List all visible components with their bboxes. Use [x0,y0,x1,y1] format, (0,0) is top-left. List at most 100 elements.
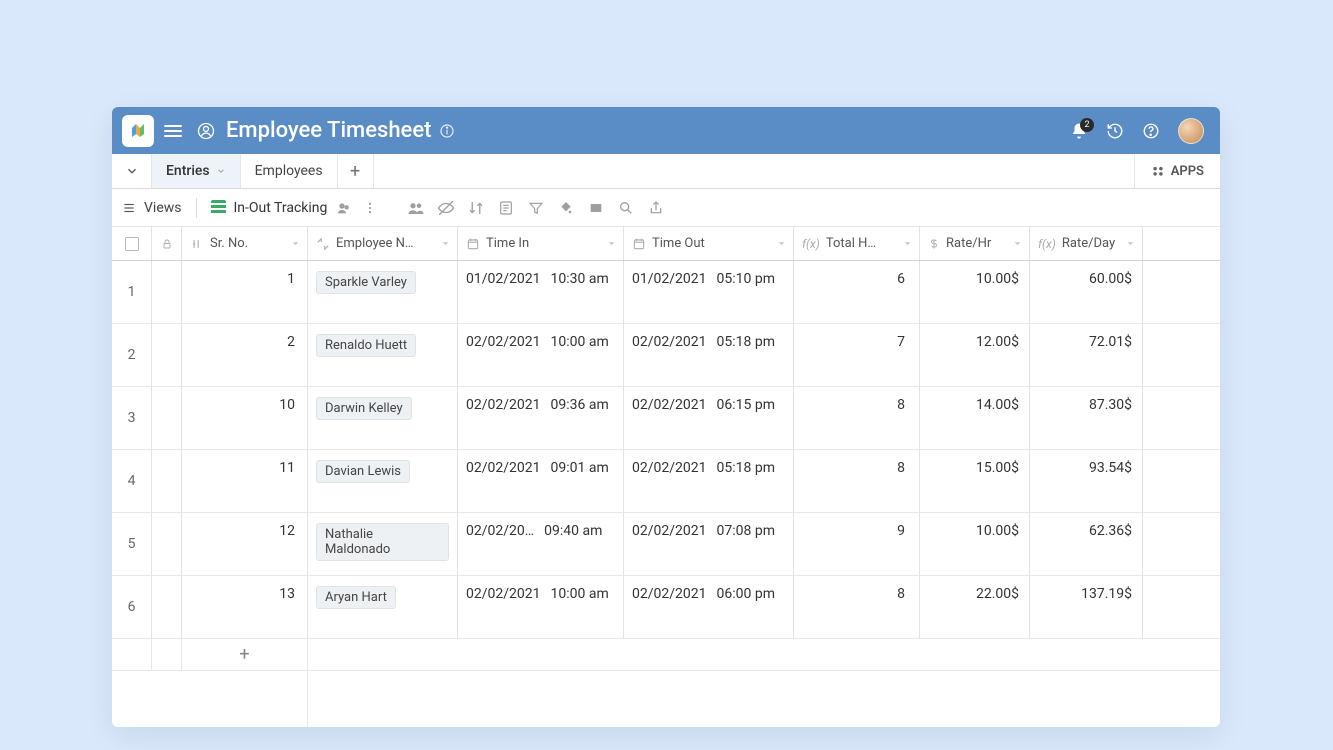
cell-srno[interactable]: 11 [182,450,308,512]
cell-totalhours[interactable]: 6 [794,261,920,323]
cell-timein[interactable]: 02/02/20…09:40 am [458,513,624,575]
cell-timeout[interactable]: 02/02/202105:18 pm [624,324,794,386]
cell-srno[interactable]: 13 [182,576,308,638]
help-icon[interactable] [1142,122,1160,140]
cell-ratehr[interactable]: 12.00$ [920,324,1030,386]
sheet-selector[interactable]: In-Out Tracking [211,199,380,217]
cell-totalhours[interactable]: 8 [794,387,920,449]
cell-srno[interactable]: 1 [182,261,308,323]
account-icon[interactable] [196,121,216,141]
cell-timeout[interactable]: 02/02/202106:15 pm [624,387,794,449]
plus-icon: + [190,644,299,665]
employee-tag[interactable]: Sparkle Varley [316,271,416,294]
employee-tag[interactable]: Darwin Kelley [316,397,412,420]
avatar[interactable] [1178,118,1204,144]
add-tab-button[interactable]: + [338,154,374,188]
form-icon[interactable] [497,199,515,217]
cell-ratehr[interactable]: 14.00$ [920,387,1030,449]
cell-employee[interactable]: Renaldo Huett [308,324,458,386]
chevron-down-icon [902,238,913,249]
cell-timeout[interactable]: 01/02/202105:10 pm [624,261,794,323]
row-index: 5 [112,513,152,575]
table-row[interactable]: 6 13 Aryan Hart 02/02/202110:00 am 02/02… [112,576,1220,639]
cell-timein[interactable]: 02/02/202109:01 am [458,450,624,512]
row-height-icon[interactable] [587,199,605,217]
table-row[interactable]: 1 1 Sparkle Varley 01/02/202110:30 am 01… [112,261,1220,324]
cell-empty [1143,387,1220,449]
history-icon[interactable] [1106,122,1124,140]
column-header-timein[interactable]: Time In [458,227,624,260]
column-header-ratehr[interactable]: Rate/Hr [920,227,1030,260]
tabs-expand-button[interactable] [112,154,152,188]
cell-employee[interactable]: Davian Lewis [308,450,458,512]
tab-entries[interactable]: Entries [152,154,241,188]
export-icon[interactable] [647,199,665,217]
cell-ratehr[interactable]: 22.00$ [920,576,1030,638]
employee-tag[interactable]: Nathalie Maldonado [316,523,449,561]
cell-employee[interactable]: Aryan Hart [308,576,458,638]
cell-totalhours[interactable]: 9 [794,513,920,575]
cell-totalhours[interactable]: 8 [794,450,920,512]
tab-employees[interactable]: Employees [241,154,338,188]
filter-icon[interactable] [527,199,545,217]
info-icon[interactable] [439,123,455,139]
search-icon[interactable] [617,199,635,217]
column-header-rateday[interactable]: f(x) Rate/Day [1030,227,1143,260]
table-row[interactable]: 4 11 Davian Lewis 02/02/202109:01 am 02/… [112,450,1220,513]
share-icon[interactable] [335,199,353,217]
cell-timeout[interactable]: 02/02/202106:00 pm [624,576,794,638]
cell-rateday[interactable]: 93.54$ [1030,450,1143,512]
column-header-srno[interactable]: Sr. No. [182,227,308,260]
cell-ratehr[interactable]: 10.00$ [920,513,1030,575]
cell-timein[interactable]: 02/02/202110:00 am [458,576,624,638]
cell-timein[interactable]: 01/02/202110:30 am [458,261,624,323]
cell-rateday[interactable]: 62.36$ [1030,513,1143,575]
notifications-button[interactable]: 2 [1070,122,1088,140]
cell-totalhours[interactable]: 8 [794,576,920,638]
lock-column-header[interactable] [152,227,182,260]
column-header-timeout[interactable]: Time Out [624,227,794,260]
hide-icon[interactable] [437,199,455,217]
views-button[interactable]: Views [122,200,182,216]
cell-rateday[interactable]: 60.00$ [1030,261,1143,323]
cell-timeout[interactable]: 02/02/202105:18 pm [624,450,794,512]
sort-icon[interactable] [467,199,485,217]
cell-timein[interactable]: 02/02/202109:36 am [458,387,624,449]
add-row-button[interactable]: + [112,639,1220,671]
cell-ratehr[interactable]: 10.00$ [920,261,1030,323]
cell-rateday[interactable]: 72.01$ [1030,324,1143,386]
employee-tag[interactable]: Davian Lewis [316,460,410,483]
table-row[interactable]: 3 10 Darwin Kelley 02/02/202109:36 am 02… [112,387,1220,450]
cell-rateday[interactable]: 87.30$ [1030,387,1143,449]
column-header-employee[interactable]: Employee N… [308,227,458,260]
cell-srno[interactable]: 2 [182,324,308,386]
cell-employee[interactable]: Nathalie Maldonado [308,513,458,575]
cell-srno[interactable]: 12 [182,513,308,575]
cell-timein[interactable]: 02/02/202110:00 am [458,324,624,386]
chevron-down-icon [1125,238,1136,249]
hamburger-menu[interactable] [164,125,182,137]
cell-ratehr[interactable]: 15.00$ [920,450,1030,512]
table-row[interactable]: 2 2 Renaldo Huett 02/02/202110:00 am 02/… [112,324,1220,387]
app-logo[interactable] [122,115,154,147]
more-vertical-icon[interactable] [361,199,379,217]
divider [196,198,197,218]
employee-tag[interactable]: Renaldo Huett [316,334,416,357]
cell-rateday[interactable]: 137.19$ [1030,576,1143,638]
table-row[interactable]: 5 12 Nathalie Maldonado 02/02/20…09:40 a… [112,513,1220,576]
select-all-checkbox[interactable] [112,227,152,260]
cell-totalhours[interactable]: 7 [794,324,920,386]
column-label-timein: Time In [486,236,529,251]
cell-timeout[interactable]: 02/02/202107:08 pm [624,513,794,575]
column-label-employee: Employee N… [336,236,414,251]
employee-tag[interactable]: Aryan Hart [316,586,396,609]
chevron-down-icon [1012,238,1023,249]
cell-employee[interactable]: Darwin Kelley [308,387,458,449]
column-header-totalhours[interactable]: f(x) Total H… [794,227,920,260]
collaborators-icon[interactable] [407,199,425,217]
color-icon[interactable] [557,199,575,217]
cell-employee[interactable]: Sparkle Varley [308,261,458,323]
row-lock-cell [152,513,182,575]
apps-button[interactable]: APPS [1134,154,1220,188]
cell-srno[interactable]: 10 [182,387,308,449]
